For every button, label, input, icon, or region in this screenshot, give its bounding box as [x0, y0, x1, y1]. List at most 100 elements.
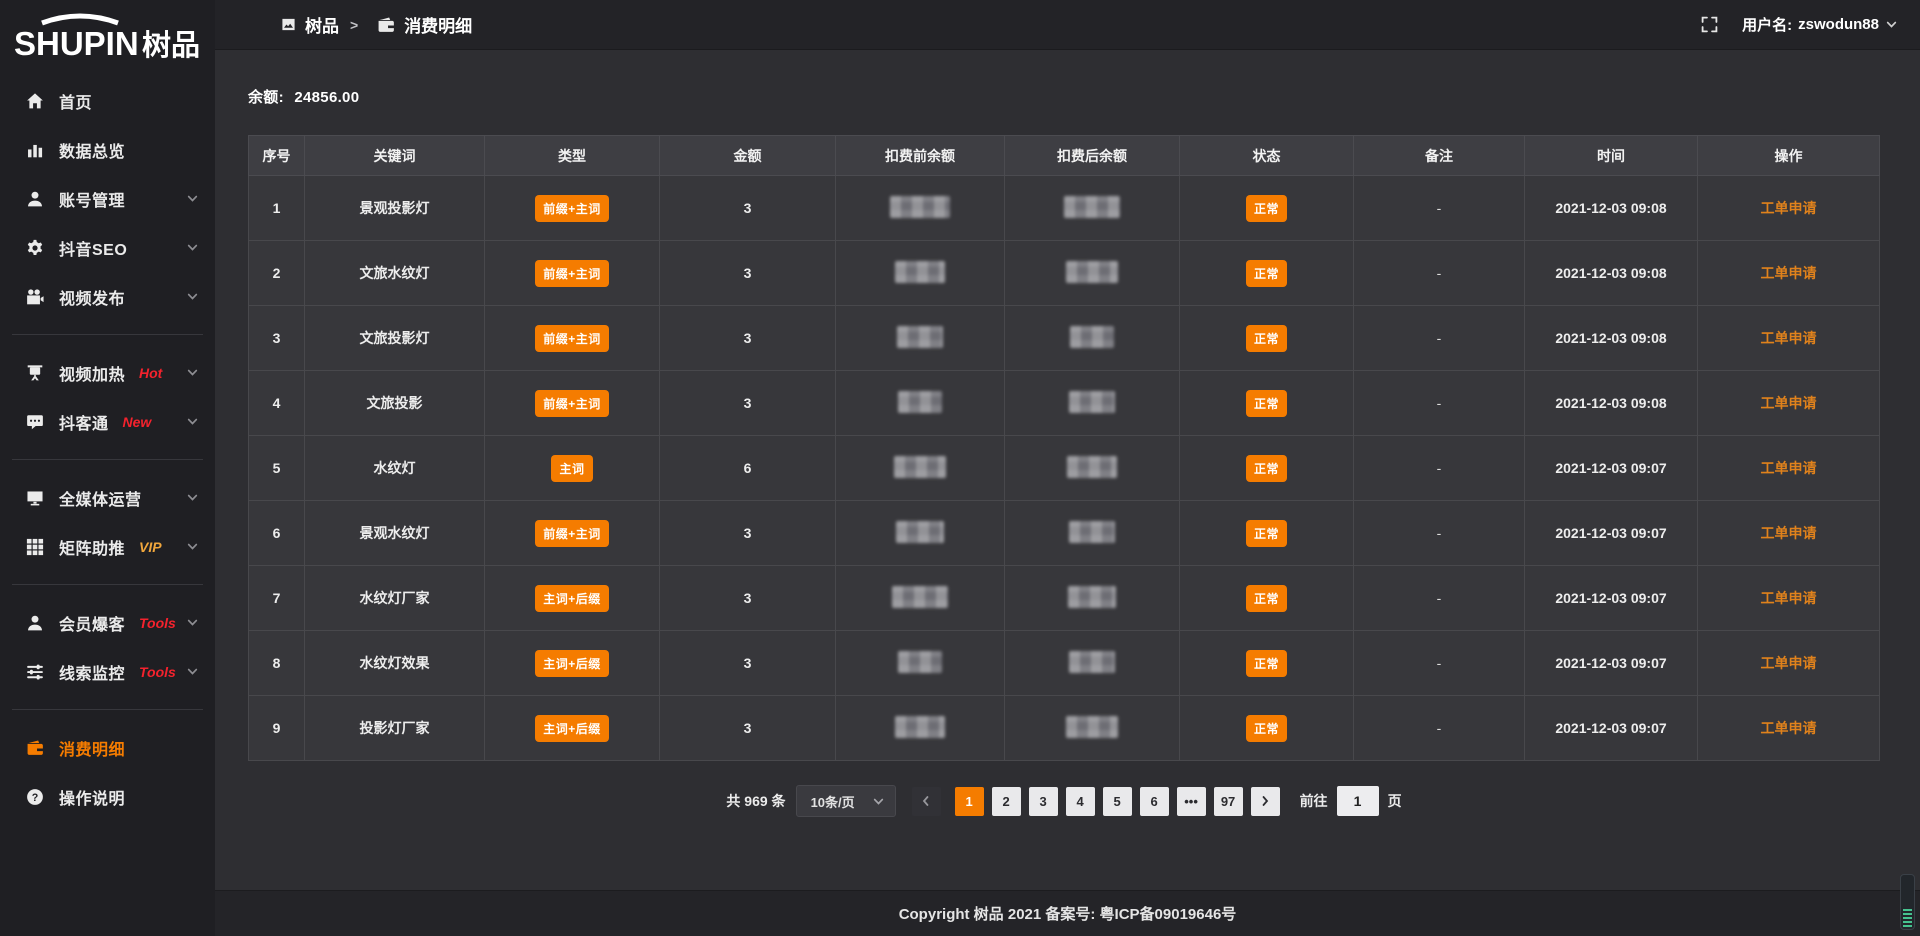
sidebar-item-member-burst[interactable]: 会员爆客Tools: [0, 598, 215, 647]
cell-amount: 3: [660, 501, 836, 566]
cell-balance-after: [1005, 241, 1180, 306]
page-size-select[interactable]: 10条/页: [796, 785, 896, 817]
cell-time: 2021-12-03 09:08: [1525, 371, 1698, 436]
cell-type: 前缀+主词: [485, 306, 660, 371]
status-badge: 正常: [1246, 585, 1287, 612]
work-order-link[interactable]: 工单申请: [1761, 655, 1817, 671]
column-header: 时间: [1525, 136, 1698, 176]
cell-type: 前缀+主词: [485, 501, 660, 566]
work-order-link[interactable]: 工单申请: [1761, 330, 1817, 346]
sidebar-divider: [12, 459, 203, 460]
page-button[interactable]: 3: [1029, 787, 1058, 816]
sidebar-item-badge: New: [123, 414, 152, 430]
work-order-link[interactable]: 工单申请: [1761, 720, 1817, 736]
cell-index: 8: [249, 631, 305, 696]
pagination: 共 969 条 10条/页 123456•••97 前往 页: [248, 785, 1880, 817]
page-button[interactable]: 6: [1140, 787, 1169, 816]
page-number-list: 123456 ••• 97: [955, 787, 1243, 816]
sidebar-item-home[interactable]: 首页: [0, 76, 215, 125]
sidebar-item-douyin-seo[interactable]: 抖音SEO: [0, 223, 215, 272]
cell-amount: 3: [660, 371, 836, 436]
sidebar-item-matrix-boost[interactable]: 矩阵助推VIP: [0, 522, 215, 571]
sidebar-item-video-heating[interactable]: 视频加热Hot: [0, 348, 215, 397]
cell-index: 2: [249, 241, 305, 306]
chevron-down-icon: [186, 616, 199, 629]
sidebar-item-media-operation[interactable]: 全媒体运营: [0, 473, 215, 522]
fullscreen-icon[interactable]: [1701, 16, 1718, 33]
cell-amount: 3: [660, 696, 836, 761]
sidebar-item-label: 线索监控: [59, 660, 125, 684]
chat-bubble-icon: [26, 413, 44, 431]
page-ellipsis-button[interactable]: •••: [1177, 787, 1206, 816]
cell-type: 主词: [485, 436, 660, 501]
sidebar-item-douketong[interactable]: 抖客通New: [0, 397, 215, 446]
sidebar-item-label: 抖音SEO: [59, 236, 127, 260]
chevron-down-icon: [186, 366, 199, 379]
cell-action: 工单申请: [1698, 176, 1880, 241]
cell-type: 前缀+主词: [485, 241, 660, 306]
page-button[interactable]: 5: [1103, 787, 1132, 816]
page-button[interactable]: 2: [992, 787, 1021, 816]
cell-time: 2021-12-03 09:07: [1525, 566, 1698, 631]
work-order-link[interactable]: 工单申请: [1761, 265, 1817, 281]
cell-time: 2021-12-03 09:08: [1525, 306, 1698, 371]
sidebar-item-video-publish[interactable]: 视频发布: [0, 272, 215, 321]
gear-icon: [26, 239, 44, 257]
sidebar-item-consumption-detail[interactable]: 消费明细: [0, 723, 215, 772]
work-order-link[interactable]: 工单申请: [1761, 200, 1817, 216]
cell-status: 正常: [1180, 631, 1354, 696]
sidebar-item-data-overview[interactable]: 数据总览: [0, 125, 215, 174]
cell-remark: -: [1354, 436, 1525, 501]
sliders-icon: [26, 663, 44, 681]
cell-index: 9: [249, 696, 305, 761]
cell-action: 工单申请: [1698, 371, 1880, 436]
svg-text:?: ?: [32, 791, 39, 803]
breadcrumb-home[interactable]: 树品: [305, 12, 339, 37]
table-row: 8水纹灯效果主词+后缀3正常-2021-12-03 09:07工单申请: [249, 631, 1880, 696]
prev-page-button[interactable]: [912, 787, 941, 816]
cell-balance-before: [836, 631, 1005, 696]
table-row: 3文旅投影灯前缀+主词3正常-2021-12-03 09:08工单申请: [249, 306, 1880, 371]
main-column: 树品 > 消费明细 用户名: zswodun88 余额: 24856.00: [215, 0, 1920, 936]
cell-balance-after: [1005, 371, 1180, 436]
work-order-link[interactable]: 工单申请: [1761, 395, 1817, 411]
sidebar-item-operation-guide[interactable]: ? 操作说明: [0, 772, 215, 821]
cell-remark: -: [1354, 696, 1525, 761]
breadcrumb: 树品 > 消费明细: [281, 12, 472, 37]
work-order-link[interactable]: 工单申请: [1761, 590, 1817, 606]
column-header: 状态: [1180, 136, 1354, 176]
work-order-link[interactable]: 工单申请: [1761, 525, 1817, 541]
chevron-down-icon: [186, 192, 199, 205]
cell-remark: -: [1354, 371, 1525, 436]
next-page-button[interactable]: [1251, 787, 1280, 816]
type-badge: 前缀+主词: [535, 325, 609, 352]
cell-keyword: 文旅投影: [305, 371, 485, 436]
sidebar-item-label: 视频发布: [59, 285, 125, 309]
page-button[interactable]: 1: [955, 787, 984, 816]
type-badge: 主词+后缀: [535, 585, 609, 612]
cell-amount: 3: [660, 631, 836, 696]
user-dropdown[interactable]: 用户名: zswodun88: [1742, 14, 1898, 35]
cell-index: 3: [249, 306, 305, 371]
sidebar-item-clue-monitor[interactable]: 线索监控Tools: [0, 647, 215, 696]
cell-index: 6: [249, 501, 305, 566]
cell-time: 2021-12-03 09:08: [1525, 241, 1698, 306]
page-button[interactable]: 97: [1214, 787, 1243, 816]
sidebar-item-label: 操作说明: [59, 785, 125, 809]
sidebar-item-label: 会员爆客: [59, 611, 125, 635]
breadcrumb-current: 消费明细: [404, 12, 472, 37]
sidebar: SHUPIN 树品 首页数据总览账号管理抖音SEO视频发布视频加热Hot抖客通N…: [0, 0, 215, 936]
status-badge: 正常: [1246, 325, 1287, 352]
column-header: 金额: [660, 136, 836, 176]
sidebar-menu: 首页数据总览账号管理抖音SEO 视频发布视频加热Hot抖客通New 全媒体运营矩阵助…: [0, 74, 215, 821]
wallet-icon: [26, 739, 44, 757]
sidebar-item-account-management[interactable]: 账号管理: [0, 174, 215, 223]
goto-page-input[interactable]: [1337, 786, 1379, 816]
cell-status: 正常: [1180, 501, 1354, 566]
censored-value: [894, 456, 946, 478]
monitor-icon: [26, 489, 44, 507]
censored-value: [895, 716, 945, 738]
username-label: 用户名:: [1742, 14, 1792, 35]
page-button[interactable]: 4: [1066, 787, 1095, 816]
work-order-link[interactable]: 工单申请: [1761, 460, 1817, 476]
